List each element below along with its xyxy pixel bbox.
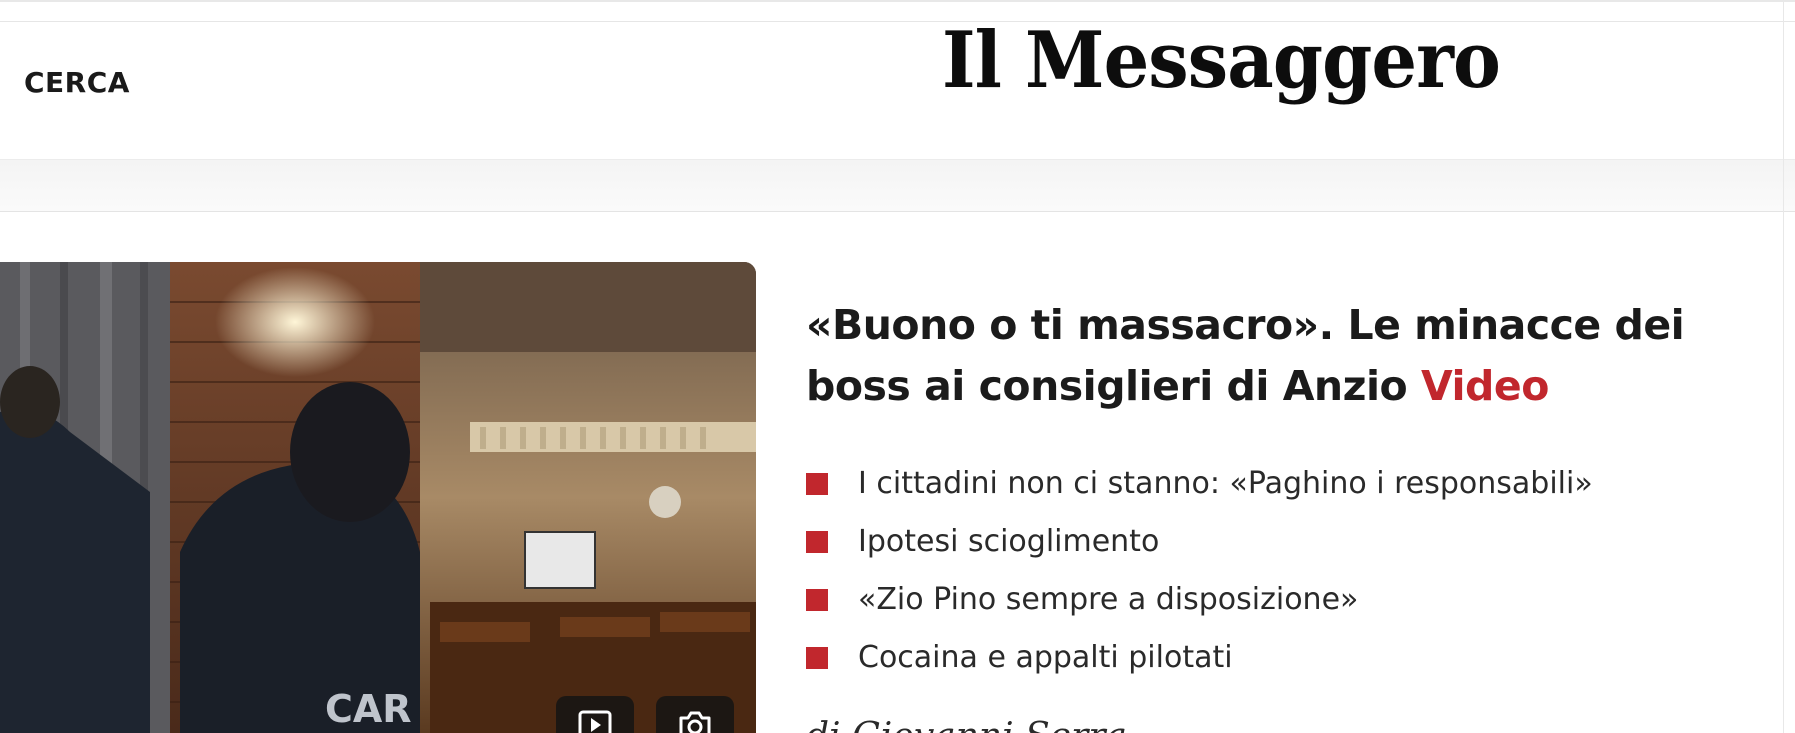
related-link-label[interactable]: Ipotesi scioglimento — [858, 513, 1159, 571]
nav-band — [0, 160, 1795, 212]
svg-text:CAR: CAR — [325, 687, 412, 731]
bullet-square-icon — [806, 647, 828, 669]
related-link-label[interactable]: «Zio Pino sempre a disposizione» — [858, 571, 1358, 629]
related-link[interactable]: I cittadini non ci stanno: «Paghino i re… — [806, 455, 1593, 513]
video-button[interactable] — [556, 696, 634, 733]
related-link[interactable]: Ipotesi scioglimento — [806, 513, 1593, 571]
bullet-square-icon — [806, 589, 828, 611]
related-link-label[interactable]: Cocaina e appalti pilotati — [858, 629, 1233, 687]
site-header: CERCA Il Messaggero — [0, 0, 1795, 160]
video-tag[interactable]: Video — [1421, 362, 1549, 410]
bullet-square-icon — [806, 473, 828, 495]
header-divider — [0, 21, 1795, 22]
related-link-label[interactable]: I cittadini non ci stanno: «Paghino i re… — [858, 455, 1593, 513]
site-logo[interactable]: Il Messaggero — [942, 22, 1501, 100]
related-links: I cittadini non ci stanno: «Paghino i re… — [806, 455, 1593, 687]
article-photo: CAR — [0, 262, 756, 733]
article-headline[interactable]: «Buono o ti massacro». Le minacce dei bo… — [806, 295, 1786, 417]
article-byline[interactable]: di Giovanni Serra — [806, 716, 1127, 733]
related-link[interactable]: Cocaina e appalti pilotati — [806, 629, 1593, 687]
camera-icon — [679, 711, 711, 733]
bullet-square-icon — [806, 531, 828, 553]
article-image[interactable]: CAR — [0, 262, 756, 733]
headline-text[interactable]: «Buono o ti massacro». Le minacce dei bo… — [806, 301, 1685, 410]
related-link[interactable]: «Zio Pino sempre a disposizione» — [806, 571, 1593, 629]
play-icon — [578, 710, 612, 733]
page: CERCA Il Messaggero CAR «Buono o ti mass… — [0, 0, 1795, 733]
search-button[interactable]: CERCA — [24, 66, 130, 99]
gallery-button[interactable] — [656, 696, 734, 733]
